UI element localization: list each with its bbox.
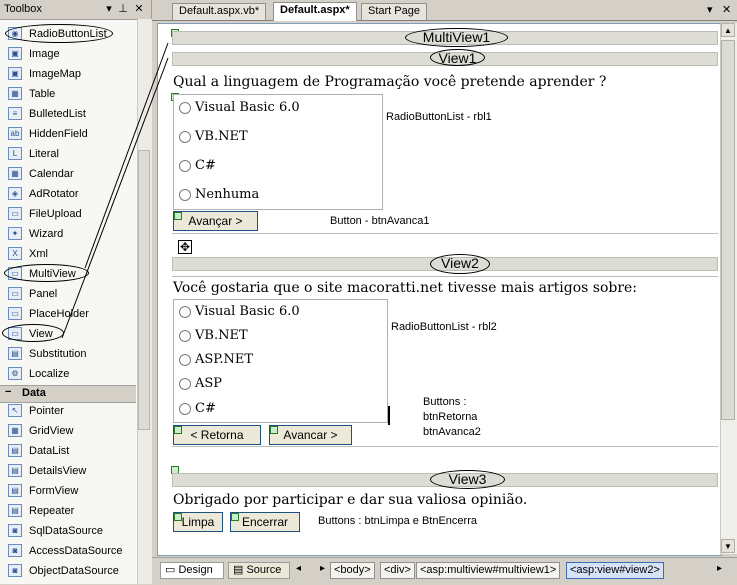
breadcrumb-div[interactable]: <div> xyxy=(380,562,415,579)
source-label: Source xyxy=(246,564,282,576)
breadcrumb-body[interactable]: <body> xyxy=(330,562,375,579)
annotation-ellipse xyxy=(4,264,89,282)
annotation-ellipse xyxy=(5,24,113,43)
design-icon: ▭ xyxy=(165,564,179,576)
crumb-right-arrow-icon[interactable]: ▸ xyxy=(320,563,325,574)
design-label: Design xyxy=(178,564,213,576)
design-view-button[interactable]: ▭ Design xyxy=(160,562,224,579)
source-icon: ▤ xyxy=(233,564,247,576)
annotation-ellipse xyxy=(2,324,64,342)
annotation-lines xyxy=(61,42,169,339)
source-view-button[interactable]: ▤ Source xyxy=(228,562,290,579)
annotation-line xyxy=(84,42,169,269)
annotation-line xyxy=(61,57,169,339)
breadcrumb-multiview[interactable]: <asp:multiview#multiview1> xyxy=(416,562,561,579)
view-switcher-bar: ▭ Design ▤ Source ◂ ▸ <body> <div> <asp:… xyxy=(152,557,737,585)
crumb-left-arrow-icon[interactable]: ◂ xyxy=(296,563,301,574)
bottom-scroll-right-icon[interactable]: ▸ xyxy=(717,563,722,574)
breadcrumb-view2[interactable]: <asp:view#view2> xyxy=(566,562,664,579)
